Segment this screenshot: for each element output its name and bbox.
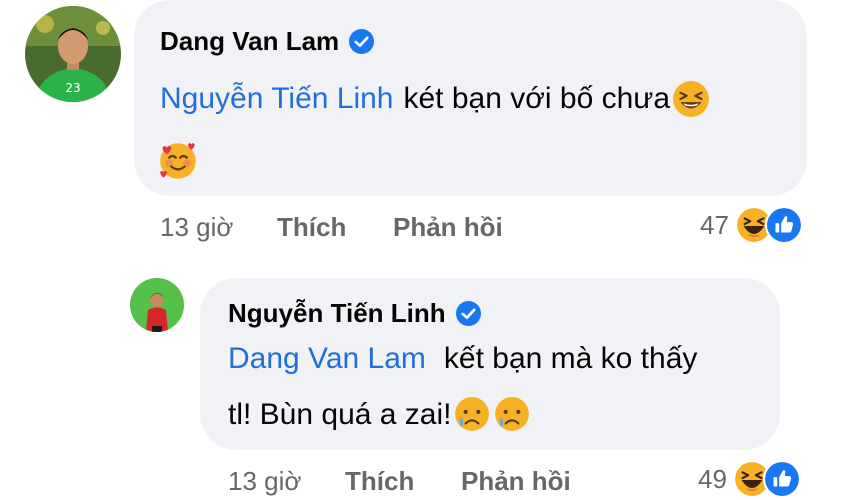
reply-button[interactable]: Phản hồi	[393, 212, 503, 243]
comment-author[interactable]: Nguyễn Tiến Linh	[228, 296, 481, 330]
like-button[interactable]: Thích	[345, 466, 414, 497]
comment-text: tl! Bùn quá a zai!	[228, 394, 531, 436]
mention-link[interactable]: Dang Van Lam	[228, 342, 426, 376]
like-button[interactable]: Thích	[277, 212, 346, 243]
reaction-count: 49	[698, 463, 727, 494]
author-name[interactable]: Dang Van Lam	[160, 26, 339, 57]
reaction-summary[interactable]: 49	[698, 460, 801, 498]
comment-timestamp[interactable]: 13 giờ	[160, 212, 233, 243]
verified-badge-icon	[455, 300, 481, 326]
like-icon	[764, 206, 803, 244]
comment-timestamp[interactable]: 13 giờ	[228, 466, 301, 497]
comment-text	[158, 140, 198, 182]
mention-link[interactable]: Nguyễn Tiến Linh	[160, 82, 394, 116]
verified-badge-icon	[349, 28, 375, 54]
comment-text-line: két bạn với bố chưa	[403, 82, 671, 115]
comment-text: Nguyễn Tiến Linh két bạn với bố chưa	[160, 78, 710, 120]
reaction-count: 47	[700, 209, 729, 240]
crying-face-emoji-icon	[453, 396, 491, 434]
comment-text-line: tl! Bùn quá a zai!	[228, 398, 452, 431]
crying-face-emoji-icon	[493, 396, 531, 434]
comment-text: Dang Van Lam kết bạn mà ko thấy	[228, 338, 697, 380]
reply-button[interactable]: Phản hồi	[461, 466, 571, 497]
like-icon	[762, 460, 801, 498]
avatar[interactable]: 23	[25, 6, 121, 102]
grinning-squinting-emoji-icon	[672, 80, 710, 118]
avatar[interactable]	[130, 278, 184, 332]
comment-author[interactable]: Dang Van Lam	[160, 24, 375, 58]
comment-text-line: kết bạn mà ko thấy	[443, 342, 698, 375]
author-name[interactable]: Nguyễn Tiến Linh	[228, 298, 446, 329]
svg-text:23: 23	[65, 81, 80, 95]
reaction-summary[interactable]: 47	[700, 206, 803, 244]
smiling-face-with-hearts-emoji-icon	[158, 141, 198, 181]
